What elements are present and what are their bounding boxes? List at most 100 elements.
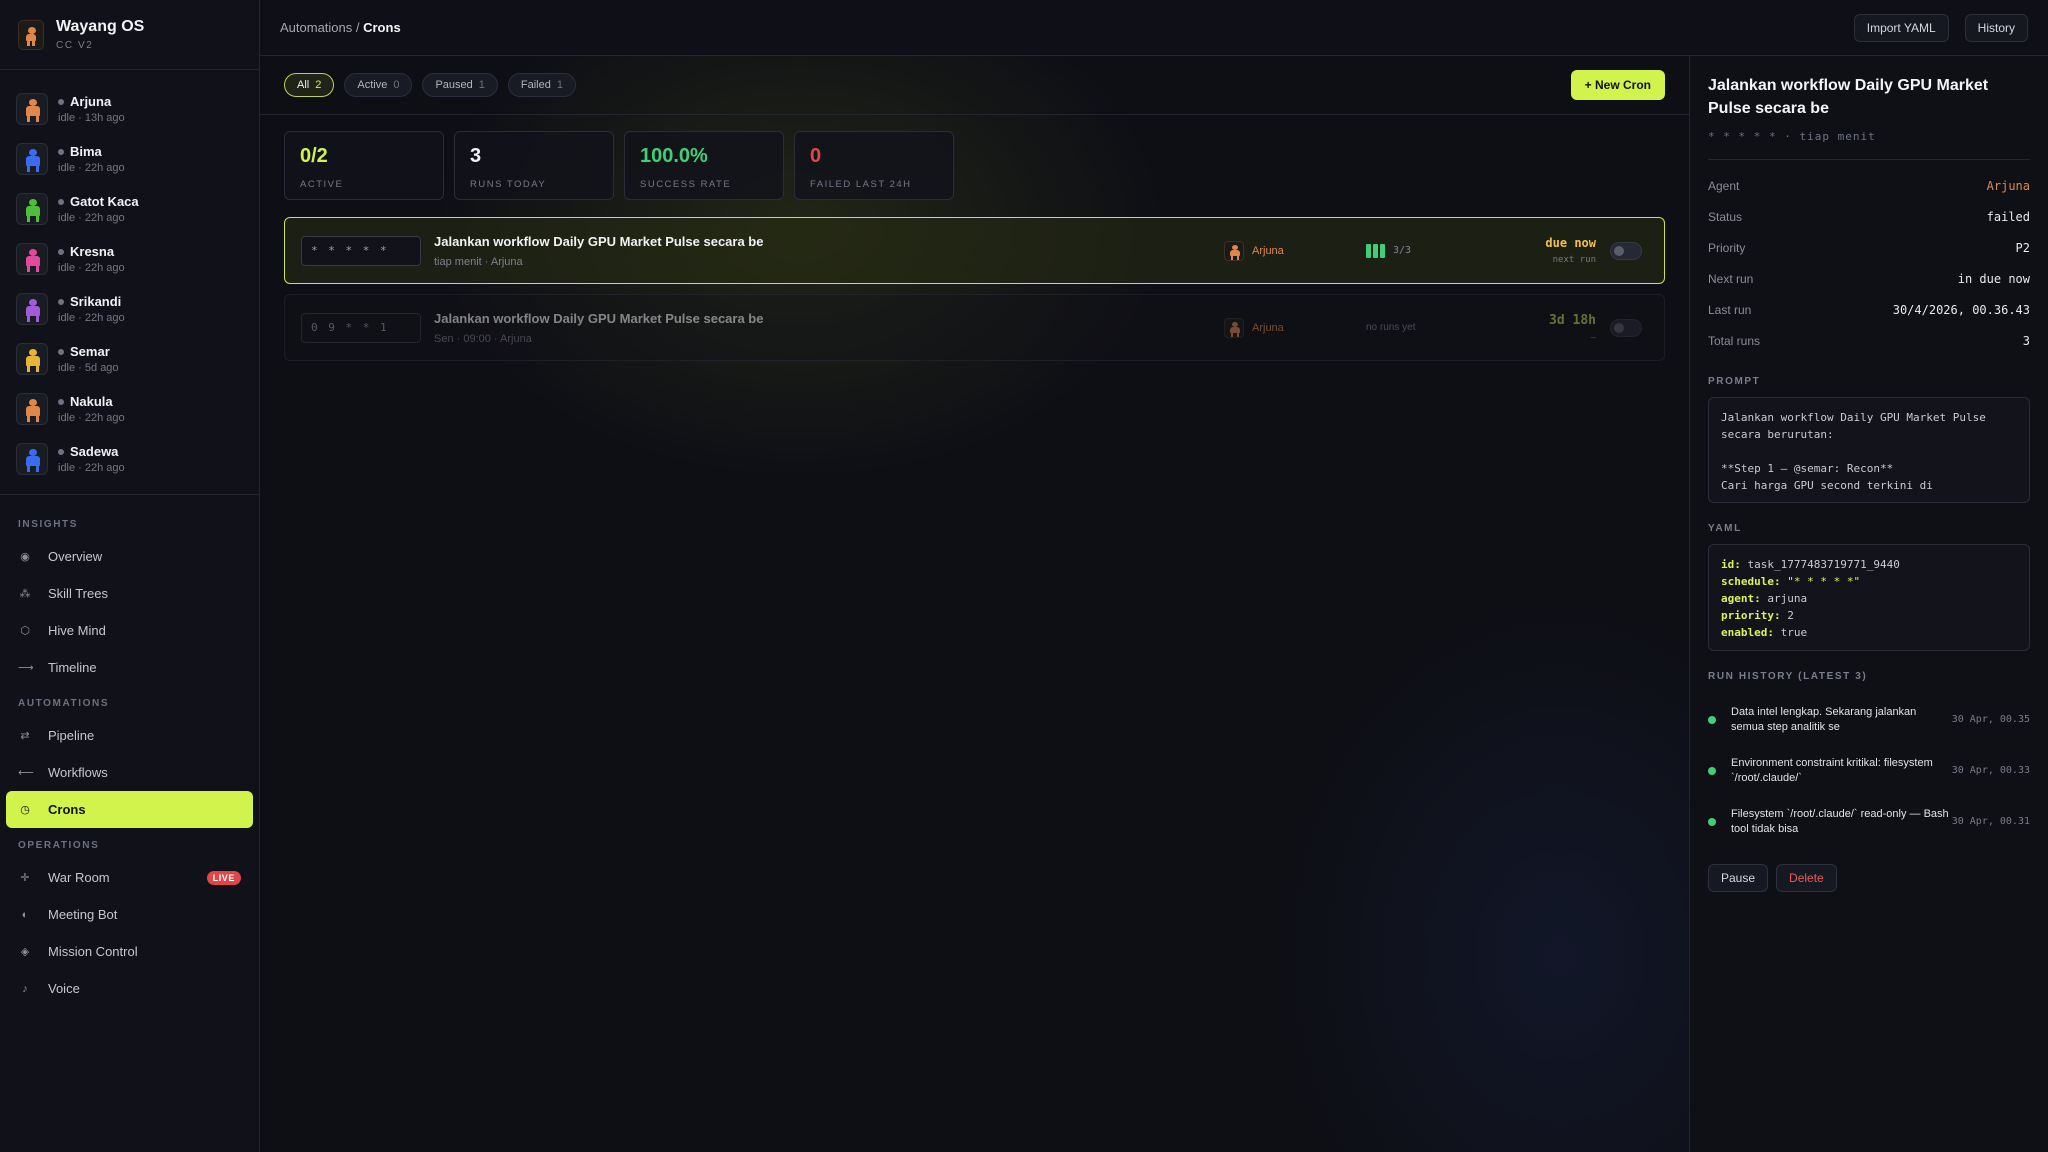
agent-item-srikandi[interactable]: Srikandi idle · 22h ago xyxy=(0,284,259,334)
nav-item-meeting-bot[interactable]: ◐ Meeting Bot xyxy=(6,896,253,933)
run-count: 3/3 xyxy=(1393,245,1412,256)
topbar: Automations / Crons Import YAML History xyxy=(260,0,2048,56)
run-bar xyxy=(1366,243,1371,258)
prop-value: Arjuna xyxy=(1986,178,2030,193)
prop-key: Agent xyxy=(1708,178,1740,193)
yaml-box: id: task_1777483719771_9440 schedule: "*… xyxy=(1708,544,2030,651)
nav-item-voice[interactable]: ♪ Voice xyxy=(6,970,253,1007)
nav-item-skill-trees[interactable]: ⁂ Skill Trees xyxy=(6,575,253,612)
prop-value: 30/4/2026, 00.36.43 xyxy=(1892,302,2030,317)
chip-count: 0 xyxy=(393,79,400,91)
run-history-list: Data intel lengkap. Sekarang jalankan se… xyxy=(1708,694,2030,847)
agent-avatar xyxy=(16,93,48,125)
cron-subtitle: tiap menit · Arjuna xyxy=(434,255,523,268)
agent-avatar xyxy=(16,243,48,275)
overview-icon: ◉ xyxy=(20,551,30,563)
meeting-bot-icon: ◐ xyxy=(21,908,29,921)
agent-item-arjuna[interactable]: Arjuna idle · 13h ago xyxy=(0,84,259,134)
run-summary: Data intel lengkap. Sekarang jalankan se… xyxy=(1731,705,1917,733)
cron-detail-panel: Jalankan workflow Daily GPU Market Pulse… xyxy=(1689,56,2048,1152)
nav-item-overview[interactable]: ◉ Overview xyxy=(6,538,253,575)
agent-name: Semar xyxy=(70,344,110,359)
agent-name: Kresna xyxy=(70,244,115,259)
new-cron-button[interactable]: + New Cron xyxy=(1570,70,1665,100)
agent-item-gatot-kaca[interactable]: Gatot Kaca idle · 22h ago xyxy=(0,184,259,234)
breadcrumb-current: Crons xyxy=(363,20,401,35)
status-dot xyxy=(58,148,64,155)
import-yaml-button[interactable]: Import YAML xyxy=(1853,13,1949,42)
nav-label: Hive Mind xyxy=(48,623,106,638)
enable-toggle[interactable] xyxy=(1610,318,1642,337)
prop-key: Next run xyxy=(1708,271,1754,286)
nav-label: Mission Control xyxy=(48,944,138,959)
hive-icon: ⬡ xyxy=(20,625,30,637)
pipeline-icon: ⇄ xyxy=(20,730,30,742)
run-bar xyxy=(1373,243,1378,258)
breadcrumb: Automations / Crons xyxy=(280,20,401,35)
filter-chip-failed[interactable]: Failed 1 xyxy=(507,73,576,97)
stat-value: 100.0% xyxy=(640,145,708,167)
prop-key: Last run xyxy=(1708,302,1752,317)
crons-main: All 2 Active 0 Paused 1 Failed 1 + New Cron … xyxy=(260,56,1689,1152)
agent-name: Arjuna xyxy=(1252,321,1284,334)
nav-item-crons[interactable]: ◷ Crons xyxy=(6,791,253,828)
success-dot-icon xyxy=(1708,766,1716,775)
agent-status: idle · 5d ago xyxy=(58,362,119,374)
delete-button[interactable]: Delete xyxy=(1776,864,1837,892)
nav-item-hive-mind[interactable]: ⬡ Hive Mind xyxy=(6,612,253,649)
yaml-value: "* * * * *" xyxy=(1787,575,1861,588)
run-history-item[interactable]: Filesystem `/root/.claude/` read-only — … xyxy=(1708,796,2030,847)
agent-name: Arjuna xyxy=(70,94,112,109)
run-history-label: RUN HISTORY (LATEST 3) xyxy=(1708,671,1868,682)
chip-count: 2 xyxy=(315,79,322,91)
breadcrumb-parent[interactable]: Automations xyxy=(280,20,352,35)
prompt-box: Jalankan workflow Daily GPU Market Pulse… xyxy=(1708,397,2030,503)
yaml-value: true xyxy=(1780,626,1808,639)
cron-row[interactable]: * * * * * Jalankan workflow Daily GPU Ma… xyxy=(284,217,1665,284)
prop-next-run: Next run in due now xyxy=(1708,263,2030,294)
nav-label: War Room xyxy=(48,870,110,885)
stat-value: 3 xyxy=(470,145,482,167)
agent-item-sadewa[interactable]: Sadewa idle · 22h ago xyxy=(0,434,259,484)
next-run-value: due now xyxy=(1545,236,1596,250)
timeline-icon: ⟶ xyxy=(18,662,34,674)
brand: Wayang OS CC V2 xyxy=(0,0,259,70)
agent-item-kresna[interactable]: Kresna idle · 22h ago xyxy=(0,234,259,284)
stat-value: 0 xyxy=(810,145,822,167)
agent-status: idle · 22h ago xyxy=(58,212,125,224)
nav-item-workflows[interactable]: ⟵ Workflows xyxy=(6,754,253,791)
filter-chip-active[interactable]: Active 0 xyxy=(344,73,413,97)
agent-item-nakula[interactable]: Nakula idle · 22h ago xyxy=(0,384,259,434)
prop-key: Total runs xyxy=(1708,333,1761,348)
agent-item-semar[interactable]: Semar idle · 5d ago xyxy=(0,334,259,384)
cron-row[interactable]: 0 9 * * 1 Jalankan workflow Daily GPU Ma… xyxy=(284,294,1665,361)
pause-button[interactable]: Pause xyxy=(1708,864,1769,892)
chip-count: 1 xyxy=(478,79,485,91)
filter-chip-paused[interactable]: Paused 1 xyxy=(422,73,498,97)
prop-value: failed xyxy=(1986,209,2030,224)
agent-item-bima[interactable]: Bima idle · 22h ago xyxy=(0,134,259,184)
prop-priority: Priority P2 xyxy=(1708,232,2030,263)
nav-item-timeline[interactable]: ⟶ Timeline xyxy=(6,649,253,686)
app-title: Wayang OS xyxy=(56,18,145,35)
nav-label: Timeline xyxy=(48,660,97,675)
nav-item-war-room[interactable]: ✛ War Room LIVE xyxy=(6,859,253,896)
run-history-item[interactable]: Data intel lengkap. Sekarang jalankan se… xyxy=(1708,694,2030,745)
enable-toggle[interactable] xyxy=(1610,241,1642,260)
run-history-item[interactable]: Environment constraint kritikal: filesys… xyxy=(1708,745,2030,796)
run-time: 30 Apr, 00.35 xyxy=(1951,714,2030,725)
nav-item-pipeline[interactable]: ⇄ Pipeline xyxy=(6,717,253,754)
prop-agent: Agent Arjuna xyxy=(1708,170,2030,201)
status-dot xyxy=(58,298,64,305)
cron-schedule: 0 9 * * 1 xyxy=(301,312,421,343)
agent-status: idle · 22h ago xyxy=(58,262,125,274)
history-button[interactable]: History xyxy=(1964,13,2028,42)
agent-list: Arjuna idle · 13h ago Bima idle · 22h ago … xyxy=(0,70,259,495)
nav-item-mission-control[interactable]: ◈ Mission Control xyxy=(6,933,253,970)
filter-chip-all[interactable]: All 2 xyxy=(284,73,335,97)
agent-name: Gatot Kaca xyxy=(70,194,139,209)
cron-title: Jalankan workflow Daily GPU Market Pulse… xyxy=(434,310,764,326)
nav-section-automations: AUTOMATIONS xyxy=(18,698,110,709)
agent-avatar xyxy=(16,393,48,425)
prop-total-runs: Total runs 3 xyxy=(1708,325,2030,356)
